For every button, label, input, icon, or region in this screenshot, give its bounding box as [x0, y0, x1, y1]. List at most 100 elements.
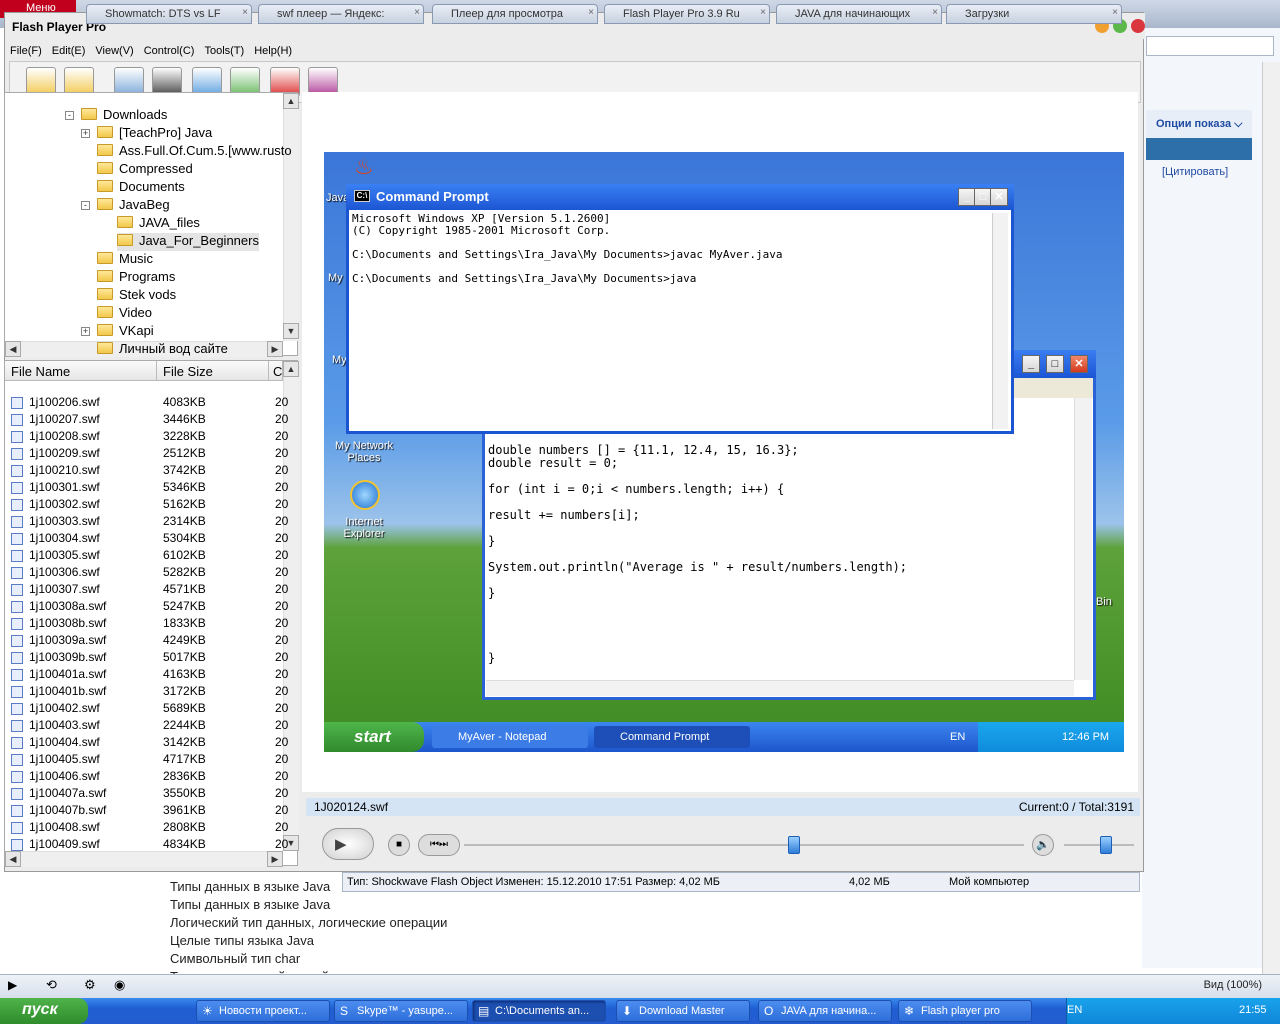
scroll-right-icon[interactable]: ▶: [267, 341, 283, 357]
tree-node[interactable]: JAVA_files: [117, 215, 200, 233]
tree-node[interactable]: [TeachPro] Java: [97, 125, 212, 143]
browser-scrollbar[interactable]: [1262, 62, 1280, 974]
tree-node[interactable]: Ass.Full.Of.Cum.5.[www.rusto: [97, 143, 292, 161]
xp-start-button[interactable]: start: [324, 722, 424, 752]
play-button[interactable]: ▶: [322, 828, 374, 860]
tree-vscrollbar[interactable]: [283, 93, 299, 341]
tree-expander-icon[interactable]: -: [81, 201, 90, 210]
menu-item[interactable]: View(V): [90, 43, 138, 59]
table-row[interactable]: 1j100403.swf 2244KB 20: [9, 718, 288, 735]
table-row[interactable]: 1j100402.swf 5689KB 20: [9, 701, 288, 718]
tree-node[interactable]: Downloads: [81, 107, 167, 125]
tree-node[interactable]: Личный вод сайте: [97, 341, 228, 359]
tree-node[interactable]: Video: [97, 305, 152, 323]
display-options-link[interactable]: Опции показа ⌵: [1146, 110, 1252, 138]
taskbar-button[interactable]: ▤ C:\Documents an...: [472, 1000, 606, 1022]
taskbar-button[interactable]: ⬇ Download Master: [616, 1000, 750, 1022]
scroll-up-icon[interactable]: ▲: [283, 93, 299, 109]
tree-expander-icon[interactable]: +: [81, 327, 90, 336]
tree-node[interactable]: Java_For_Beginners: [117, 233, 259, 251]
table-row[interactable]: 1j100306.swf 5282KB 20: [9, 565, 288, 582]
xp-task-notepad[interactable]: MyAver - Notepad: [432, 726, 588, 748]
table-row[interactable]: 1j100206.swf 4083KB 20: [9, 395, 288, 412]
scroll-left-icon[interactable]: ◀: [5, 341, 21, 357]
table-row[interactable]: 1j100210.swf 3742KB 20: [9, 463, 288, 480]
browser-tab[interactable]: JAVA для начинающих ×: [776, 4, 942, 24]
close-icon[interactable]: ×: [588, 7, 594, 18]
table-row[interactable]: 1j100309b.swf 5017KB 20: [9, 650, 288, 667]
article-link[interactable]: Целые типы языка Java: [170, 932, 500, 950]
article-link[interactable]: Логический тип данных, логические операц…: [170, 914, 500, 932]
scroll-up-icon[interactable]: ▲: [283, 361, 299, 377]
tree-node[interactable]: JavaBeg: [97, 197, 170, 215]
menu-item[interactable]: Control(C): [139, 43, 200, 59]
scroll-down-icon[interactable]: ▼: [283, 323, 299, 339]
notepad-code[interactable]: public static void main (String[] args){…: [488, 418, 1078, 665]
table-row[interactable]: 1j100303.swf 2314KB 20: [9, 514, 288, 531]
table-row[interactable]: 1j100308b.swf 1833KB 20: [9, 616, 288, 633]
taskbar-button[interactable]: ☀ Новости проект...: [196, 1000, 330, 1022]
table-row[interactable]: 1j100304.swf 5304KB 20: [9, 531, 288, 548]
maximize-icon[interactable]: □: [1046, 355, 1064, 373]
column-header-name[interactable]: File Name: [5, 361, 157, 381]
table-row[interactable]: 1j100404.swf 3142KB 20: [9, 735, 288, 752]
taskbar-button[interactable]: O JAVA для начина...: [758, 1000, 892, 1022]
close-icon[interactable]: ×: [760, 7, 766, 18]
browser-search-input[interactable]: [1146, 36, 1274, 56]
tree-node[interactable]: Compressed: [97, 161, 193, 179]
speed-dial-icon[interactable]: ◉: [114, 977, 125, 993]
table-row[interactable]: 1j100301.swf 5346KB 20: [9, 480, 288, 497]
tree-node[interactable]: Programs: [97, 269, 175, 287]
volume-thumb[interactable]: [1100, 836, 1112, 854]
browser-tab[interactable]: swf плеер — Яндекс: ×: [258, 4, 424, 24]
close-icon[interactable]: ✕: [990, 188, 1008, 206]
column-header-size[interactable]: File Size: [157, 361, 269, 381]
tree-node[interactable]: Stek vods: [97, 287, 176, 305]
close-icon[interactable]: ×: [1112, 7, 1118, 18]
close-icon[interactable]: ×: [414, 7, 420, 18]
article-link[interactable]: Символьный тип char: [170, 950, 500, 968]
browser-tab[interactable]: Showmatch: DTS vs LF ×: [86, 4, 252, 24]
xp-lang[interactable]: EN: [950, 731, 965, 743]
browser-tab[interactable]: Flash Player Pro 3.9 Ru ×: [604, 4, 770, 24]
close-icon[interactable]: ✕: [1070, 355, 1088, 373]
table-row[interactable]: 1j100308a.swf 5247KB 20: [9, 599, 288, 616]
tree-node[interactable]: Documents: [97, 179, 185, 197]
table-row[interactable]: 1j100407a.swf 3550KB 20: [9, 786, 288, 803]
menu-item[interactable]: Help(H): [249, 43, 297, 59]
table-row[interactable]: 1j100401b.swf 3172KB 20: [9, 684, 288, 701]
table-row[interactable]: 1j100406.swf 2836KB 20: [9, 769, 288, 786]
table-row[interactable]: 1j100209.swf 2512KB 20: [9, 446, 288, 463]
close-icon[interactable]: ×: [242, 7, 248, 18]
volume-icon[interactable]: 🔈: [1032, 834, 1054, 856]
minimize-icon[interactable]: _: [1022, 355, 1040, 373]
table-row[interactable]: 1j100207.swf 3446KB 20: [9, 412, 288, 429]
seek-thumb[interactable]: [788, 836, 801, 854]
turbo-icon[interactable]: ⚙: [84, 977, 96, 993]
table-row[interactable]: 1j100309a.swf 4249KB 20: [9, 633, 288, 650]
taskbar-button[interactable]: ❄ Flash player pro: [898, 1000, 1032, 1022]
table-row[interactable]: 1j100407b.swf 3961KB 20: [9, 803, 288, 820]
close-icon[interactable]: ×: [932, 7, 938, 18]
volume-track[interactable]: [1064, 844, 1134, 846]
cite-link[interactable]: [Цитировать]: [1162, 166, 1228, 178]
prev-next-buttons[interactable]: ⏮⏭: [418, 834, 460, 856]
close-button[interactable]: [1131, 19, 1145, 33]
menu-item[interactable]: Tools(T): [199, 43, 249, 59]
browser-tab[interactable]: Плеер для просмотра ×: [432, 4, 598, 24]
cmd-vscrollbar[interactable]: [992, 213, 1008, 429]
command-prompt-output[interactable]: Microsoft Windows XP [Version 5.1.2600] …: [352, 213, 982, 285]
article-link[interactable]: Типы данных в языке Java: [170, 896, 500, 914]
tree-expander-icon[interactable]: +: [81, 129, 90, 138]
stop-button[interactable]: ■: [388, 834, 410, 856]
tree-expander-icon[interactable]: -: [65, 111, 74, 120]
xp-task-cmd[interactable]: Command Prompt: [594, 726, 750, 748]
table-row[interactable]: 1j100409.swf 4834KB 20: [9, 837, 288, 854]
table-row[interactable]: 1j100401a.swf 4163KB 20: [9, 667, 288, 684]
seek-track[interactable]: [464, 844, 1024, 846]
table-row[interactable]: 1j100208.swf 3228KB 20: [9, 429, 288, 446]
panel-toggle-icon[interactable]: ▶: [8, 978, 17, 992]
notepad-hscrollbar[interactable]: [486, 680, 1074, 696]
zoom-level[interactable]: Вид (100%): [1204, 979, 1262, 991]
table-row[interactable]: 1j100405.swf 4717KB 20: [9, 752, 288, 769]
